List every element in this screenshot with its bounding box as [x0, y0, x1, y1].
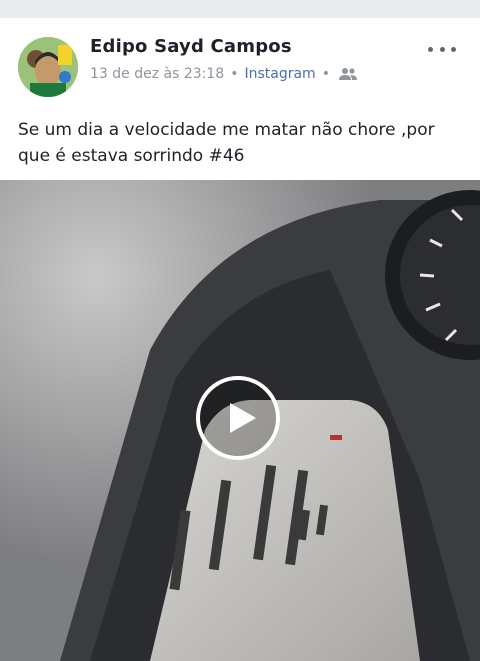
play-button[interactable]	[196, 376, 280, 460]
post-card: Edipo Sayd Campos 13 de dez às 23:18 • I…	[0, 18, 480, 661]
video-player[interactable]	[0, 180, 480, 661]
avatar-image	[18, 37, 78, 97]
more-dots-icon	[439, 46, 445, 52]
post-meta: 13 de dez às 23:18 • Instagram •	[90, 66, 358, 82]
more-dots-icon	[428, 46, 433, 52]
play-icon	[230, 403, 256, 433]
meta-separator: •	[230, 66, 239, 82]
friends-icon[interactable]	[338, 67, 358, 81]
more-dots-icon	[451, 46, 456, 52]
author-name[interactable]: Edipo Sayd Campos	[90, 36, 292, 57]
post-timestamp[interactable]: 13 de dez às 23:18	[90, 66, 224, 82]
meta-separator: •	[321, 66, 330, 82]
more-options-button[interactable]	[428, 42, 456, 56]
post-text: Se um dia a velocidade me matar não chor…	[18, 120, 435, 166]
post-source[interactable]: Instagram	[244, 66, 315, 82]
author-avatar[interactable]	[18, 37, 78, 97]
